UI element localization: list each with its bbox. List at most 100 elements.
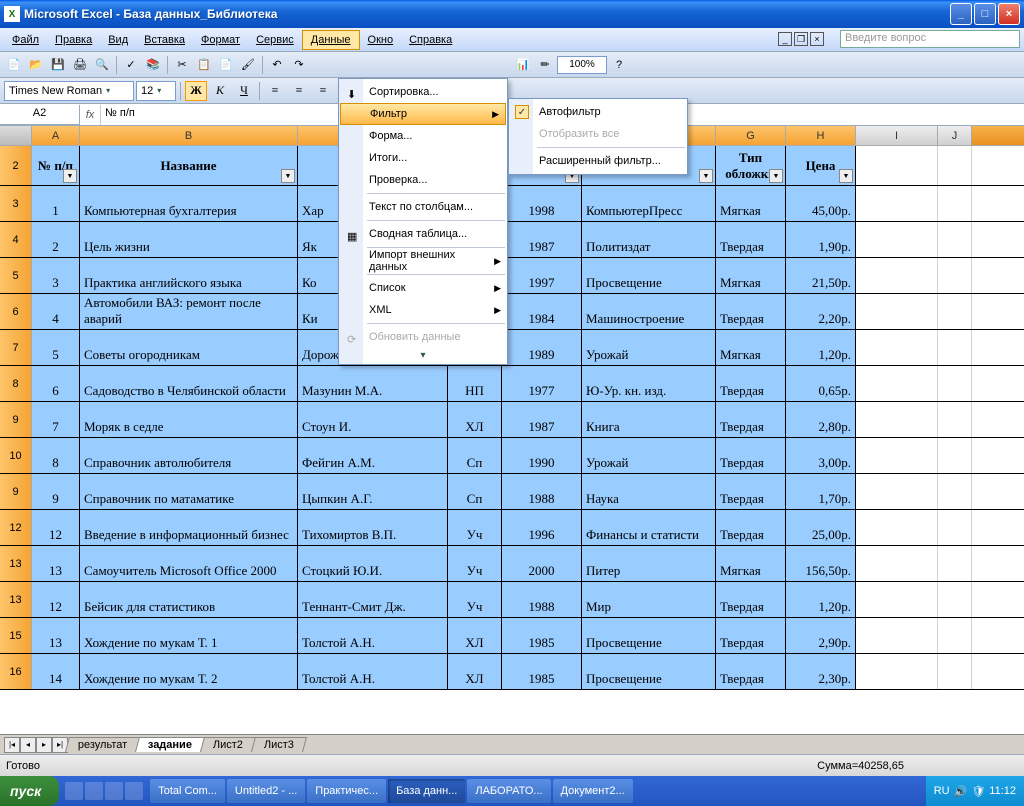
cell[interactable]: 1987 [502, 402, 582, 437]
cell[interactable] [938, 366, 972, 401]
cell[interactable]: 1,20р. [786, 330, 856, 365]
tab-nav-next-icon[interactable]: ▸ [36, 737, 52, 753]
menu-filter[interactable]: Фильтр▶ [340, 103, 506, 125]
menu-validate[interactable]: Проверка... [339, 169, 507, 191]
cell[interactable]: Практика английского языка [80, 258, 298, 293]
col-header-G[interactable]: G [716, 126, 786, 145]
align-left-icon[interactable]: ≡ [264, 81, 286, 101]
cell[interactable]: Стоцкий Ю.И. [298, 546, 448, 581]
cell[interactable] [856, 258, 938, 293]
cell[interactable]: Машиностроение [582, 294, 716, 329]
cell[interactable]: Уч [448, 510, 502, 545]
cell[interactable]: 3,00р. [786, 438, 856, 473]
col-header-I[interactable]: I [856, 126, 938, 145]
cell[interactable]: 2 [32, 222, 80, 257]
cell[interactable] [856, 186, 938, 221]
new-icon[interactable]: 📄 [4, 55, 24, 75]
print-icon[interactable]: 🖨 [70, 55, 90, 75]
cell[interactable]: Хождение по мукам Т. 2 [80, 654, 298, 689]
row-header[interactable]: 2 [0, 146, 32, 185]
cell[interactable]: 9 [32, 474, 80, 509]
col-header-A[interactable]: A [32, 126, 80, 145]
clock[interactable]: 11:12 [989, 785, 1016, 797]
cell[interactable] [938, 146, 972, 185]
cell[interactable]: Политиздат [582, 222, 716, 257]
cell[interactable]: 2,90р. [786, 618, 856, 653]
cell[interactable] [856, 402, 938, 437]
doc-minimize-button[interactable]: _ [778, 32, 792, 46]
cell[interactable]: 13 [32, 618, 80, 653]
quicklaunch-icon[interactable] [105, 782, 123, 800]
cell[interactable]: 25,00р. [786, 510, 856, 545]
format-painter-icon[interactable]: 🖌 [238, 55, 258, 75]
sheet-tab[interactable]: Лист3 [251, 737, 307, 752]
cell[interactable]: Просвещение [582, 654, 716, 689]
cut-icon[interactable]: ✂ [172, 55, 192, 75]
cell[interactable]: Тихомиртов В.П. [298, 510, 448, 545]
cell[interactable]: Уч [448, 546, 502, 581]
cell[interactable] [938, 474, 972, 509]
cell[interactable] [938, 258, 972, 293]
cell[interactable]: Твердая [716, 402, 786, 437]
menu-expand-icon[interactable]: ▾ [339, 348, 507, 362]
doc-close-button[interactable]: × [810, 32, 824, 46]
cell[interactable]: 1997 [502, 258, 582, 293]
cell[interactable]: Садоводство в Челябинской области [80, 366, 298, 401]
taskbar-item[interactable]: Untitled2 - ... [227, 779, 305, 803]
italic-button[interactable]: К [209, 81, 231, 101]
row-header[interactable]: 5 [0, 258, 32, 293]
open-icon[interactable]: 📂 [26, 55, 46, 75]
cell[interactable]: 1985 [502, 654, 582, 689]
close-button[interactable]: × [998, 3, 1020, 25]
cell[interactable] [938, 186, 972, 221]
taskbar-item-active[interactable]: База данн... [388, 779, 465, 803]
cell[interactable]: Толстой А.Н. [298, 654, 448, 689]
maximize-button[interactable]: □ [974, 3, 996, 25]
font-combo[interactable]: Times New Roman [4, 81, 134, 101]
cell[interactable]: Твердая [716, 294, 786, 329]
doc-restore-button[interactable]: ❐ [794, 32, 808, 46]
save-icon[interactable]: 💾 [48, 55, 68, 75]
cell[interactable]: 1985 [502, 618, 582, 653]
minimize-button[interactable]: _ [950, 3, 972, 25]
cell[interactable]: 1990 [502, 438, 582, 473]
cell[interactable]: 5 [32, 330, 80, 365]
cell[interactable]: Справочник автолюбителя [80, 438, 298, 473]
underline-button[interactable]: Ч [233, 81, 255, 101]
cell[interactable]: 1987 [502, 222, 582, 257]
cell[interactable] [938, 618, 972, 653]
menu-advanced-filter[interactable]: Расширенный фильтр... [509, 150, 687, 172]
sheet-tab-active[interactable]: задание [135, 737, 205, 752]
cell[interactable] [856, 222, 938, 257]
cell[interactable] [856, 654, 938, 689]
tray-icon[interactable]: 🛡 [971, 785, 985, 798]
sheet-tab[interactable]: Лист2 [200, 737, 256, 752]
name-box[interactable]: A2 [0, 105, 80, 125]
undo-icon[interactable]: ↶ [267, 55, 287, 75]
cell[interactable]: Твердая [716, 438, 786, 473]
cell[interactable]: 2,80р. [786, 402, 856, 437]
row-header[interactable]: 13 [0, 546, 32, 581]
cell[interactable] [856, 510, 938, 545]
cell[interactable]: 1998 [502, 186, 582, 221]
cell[interactable]: 1988 [502, 474, 582, 509]
cell[interactable]: Твердая [716, 366, 786, 401]
menu-text-to-columns[interactable]: Текст по столбцам... [339, 196, 507, 218]
cell[interactable]: Твердая [716, 618, 786, 653]
cell[interactable]: Фейгин А.М. [298, 438, 448, 473]
menu-sort[interactable]: ⬇Сортировка... [339, 81, 507, 103]
cell[interactable]: Книга [582, 402, 716, 437]
col-header-B[interactable]: B [80, 126, 298, 145]
cell[interactable]: Наука [582, 474, 716, 509]
taskbar-item[interactable]: Total Com... [150, 779, 225, 803]
cell[interactable]: Бейсик для статистиков [80, 582, 298, 617]
cell[interactable]: Цель жизни [80, 222, 298, 257]
cell[interactable] [856, 618, 938, 653]
cell[interactable] [856, 546, 938, 581]
worksheet-grid[interactable]: A B C D E F G H I J 2 № п/п▼ Название▼ Г… [0, 126, 1024, 734]
cell[interactable]: КомпьютерПресс [582, 186, 716, 221]
tab-nav-first-icon[interactable]: |◂ [4, 737, 20, 753]
menu-xml[interactable]: XML▶ [339, 299, 507, 321]
cell[interactable] [938, 510, 972, 545]
filter-dropdown-icon[interactable]: ▼ [699, 169, 713, 183]
